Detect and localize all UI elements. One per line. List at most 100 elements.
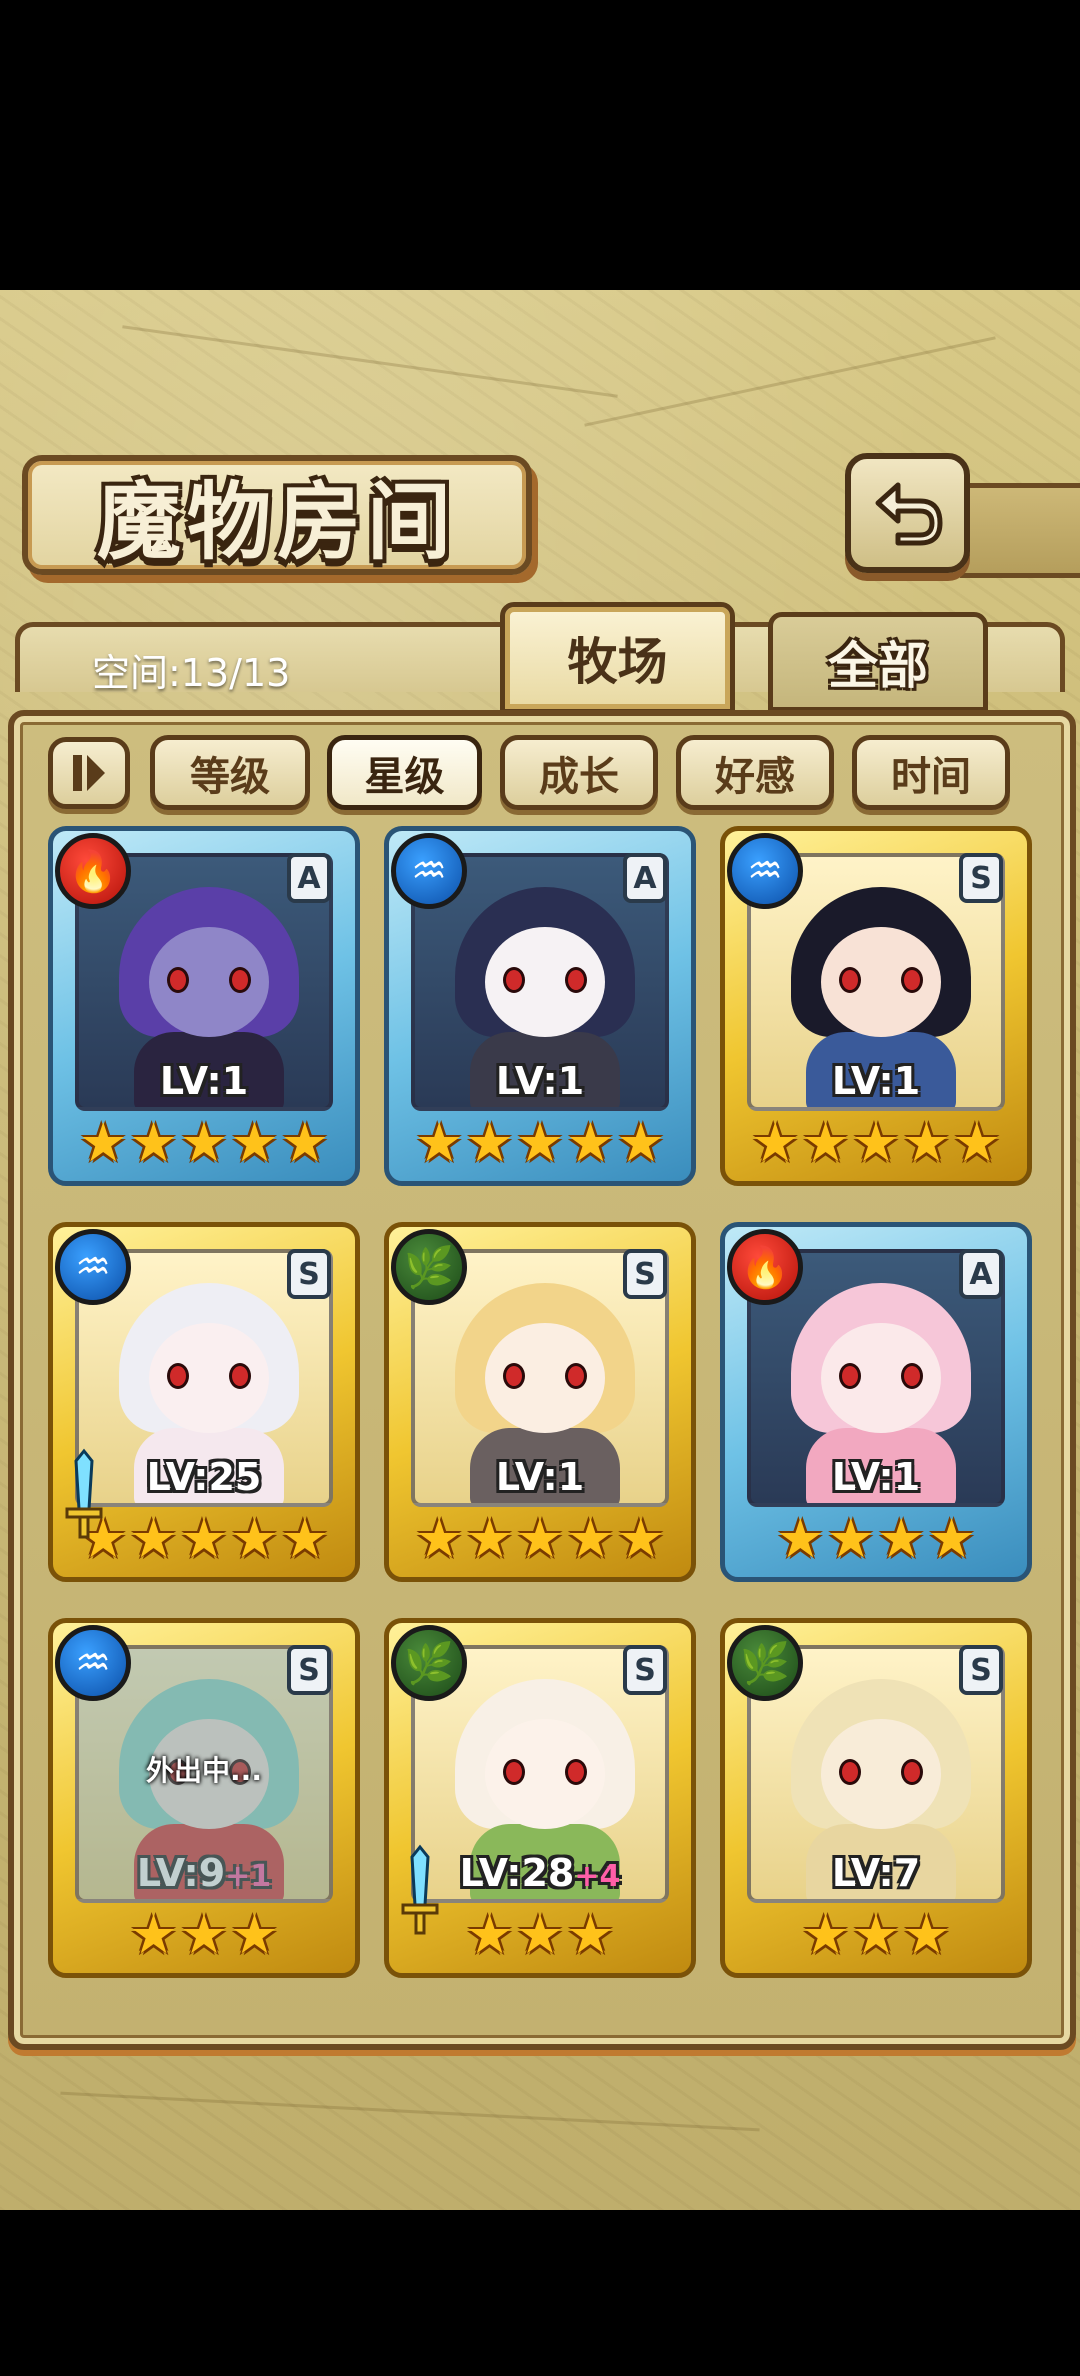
monster-card[interactable]: 🌿 S LV:7 ★ ★ ★ bbox=[720, 1618, 1032, 1978]
rank-badge: A bbox=[623, 853, 667, 903]
fire-element-icon: 🔥 bbox=[55, 833, 131, 909]
star-icon: ★ bbox=[129, 1507, 178, 1570]
star-icon: ★ bbox=[851, 1111, 901, 1174]
monster-level: LV:7 bbox=[725, 1851, 1027, 1895]
tab-all[interactable]: 全部 bbox=[768, 612, 988, 712]
wood-element-icon: 🌿 bbox=[727, 1625, 803, 1701]
wood-element-icon: 🌿 bbox=[391, 1625, 467, 1701]
star-icon: ★ bbox=[902, 1903, 951, 1966]
level-value: LV:1 bbox=[159, 1059, 249, 1103]
star-rating: ★ ★ ★ bbox=[725, 1907, 1027, 1963]
sword-icon bbox=[401, 1844, 439, 1935]
star-icon: ★ bbox=[851, 1903, 901, 1966]
water-element-icon: ♒ bbox=[55, 1625, 131, 1701]
star-icon: ★ bbox=[230, 1507, 279, 1570]
star-icon: ★ bbox=[129, 1111, 178, 1174]
monster-card[interactable]: ♒ A LV:1 ★ ★ ★ ★ ★ bbox=[384, 826, 696, 1186]
sort-by-time-button[interactable]: 时间 bbox=[852, 735, 1010, 810]
sort-by-stars-button[interactable]: 星级 bbox=[327, 735, 482, 810]
star-rating: ★ ★ ★ bbox=[53, 1907, 355, 1963]
star-icon: ★ bbox=[515, 1111, 565, 1174]
monster-card[interactable]: ♒ S LV:25 ★ ★ ★ ★ ★ bbox=[48, 1222, 360, 1582]
star-icon: ★ bbox=[414, 1507, 464, 1570]
star-icon: ★ bbox=[230, 1111, 279, 1174]
star-icon: ★ bbox=[801, 1903, 850, 1966]
map-decoration bbox=[122, 325, 618, 398]
water-element-icon: ♒ bbox=[55, 1229, 131, 1305]
star-rating: ★ ★ ★ ★ ★ bbox=[389, 1115, 691, 1171]
level-bonus: +4 bbox=[574, 1859, 621, 1894]
monster-card[interactable]: 🔥 A LV:1 ★ ★ ★ ★ ★ bbox=[48, 826, 360, 1186]
rank-badge: S bbox=[287, 1249, 331, 1299]
star-icon: ★ bbox=[952, 1111, 1002, 1174]
rank-badge: S bbox=[959, 853, 1003, 903]
star-icon: ★ bbox=[129, 1903, 178, 1966]
return-arrow-icon bbox=[875, 482, 942, 546]
water-element-icon: ♒ bbox=[391, 833, 467, 909]
star-icon: ★ bbox=[179, 1111, 229, 1174]
star-icon: ★ bbox=[515, 1903, 565, 1966]
rank-badge: S bbox=[623, 1249, 667, 1299]
map-decoration bbox=[60, 2091, 760, 2132]
level-value: LV:1 bbox=[831, 1455, 921, 1499]
star-icon: ★ bbox=[616, 1111, 666, 1174]
wood-element-icon: 🌿 bbox=[391, 1229, 467, 1305]
star-icon: ★ bbox=[616, 1507, 666, 1570]
torn-edge-top bbox=[0, 290, 1080, 320]
rank-badge: S bbox=[959, 1645, 1003, 1695]
water-element-icon: ♒ bbox=[727, 833, 803, 909]
star-rating: ★ ★ ★ ★ ★ bbox=[53, 1115, 355, 1171]
star-icon: ★ bbox=[230, 1903, 279, 1966]
star-icon: ★ bbox=[776, 1507, 825, 1570]
sort-by-level-button[interactable]: 等级 bbox=[150, 735, 310, 810]
space-capacity: 空间:13/13 bbox=[92, 651, 291, 695]
torn-edge-bottom bbox=[0, 2180, 1080, 2210]
rank-badge: A bbox=[959, 1249, 1003, 1299]
monster-level: LV:1 bbox=[389, 1455, 691, 1499]
level-value: LV:1 bbox=[495, 1455, 585, 1499]
monster-card[interactable]: ♒ S LV:1 ★ ★ ★ ★ ★ bbox=[720, 826, 1032, 1186]
star-icon: ★ bbox=[280, 1507, 330, 1570]
back-button[interactable] bbox=[845, 453, 970, 573]
star-rating: ★ ★ ★ ★ bbox=[725, 1511, 1027, 1567]
sort-direction-icon bbox=[73, 755, 105, 791]
level-value: LV:25 bbox=[146, 1455, 262, 1499]
star-rating: ★ ★ ★ ★ ★ bbox=[725, 1115, 1027, 1171]
star-icon: ★ bbox=[801, 1111, 850, 1174]
sort-order-toggle[interactable] bbox=[48, 737, 130, 809]
monster-card[interactable]: 外出中... ♒ S LV:9+1 ★ ★ ★ bbox=[48, 1618, 360, 1978]
star-icon: ★ bbox=[78, 1111, 128, 1174]
star-icon: ★ bbox=[566, 1903, 615, 1966]
sort-by-affection-button[interactable]: 好感 bbox=[676, 735, 834, 810]
rank-badge: A bbox=[287, 853, 331, 903]
star-icon: ★ bbox=[179, 1507, 229, 1570]
tab-ranch[interactable]: 牧场 bbox=[500, 602, 735, 714]
rank-badge: S bbox=[623, 1645, 667, 1695]
monster-card[interactable]: 🌿 S LV:1 ★ ★ ★ ★ ★ bbox=[384, 1222, 696, 1582]
sort-by-growth-button[interactable]: 成长 bbox=[500, 735, 658, 810]
star-icon: ★ bbox=[465, 1903, 514, 1966]
level-value: LV:1 bbox=[495, 1059, 585, 1103]
monster-level: LV:1 bbox=[389, 1059, 691, 1103]
star-icon: ★ bbox=[566, 1507, 615, 1570]
fire-element-icon: 🔥 bbox=[727, 1229, 803, 1305]
map-decoration bbox=[584, 336, 996, 427]
star-icon: ★ bbox=[465, 1111, 514, 1174]
monster-card[interactable]: 🔥 A LV:1 ★ ★ ★ ★ bbox=[720, 1222, 1032, 1582]
star-icon: ★ bbox=[566, 1111, 615, 1174]
star-icon: ★ bbox=[179, 1903, 229, 1966]
monster-level: LV:1 bbox=[725, 1059, 1027, 1103]
level-value: LV:1 bbox=[831, 1059, 921, 1103]
star-icon: ★ bbox=[826, 1507, 875, 1570]
page-title: 魔物房间 bbox=[96, 471, 457, 571]
away-status-label: 外出中... bbox=[146, 1754, 262, 1787]
rank-badge: S bbox=[287, 1645, 331, 1695]
star-icon: ★ bbox=[465, 1507, 514, 1570]
level-value: LV:28 bbox=[459, 1851, 575, 1895]
monster-card[interactable]: 🌿 S LV:28+4 ★ ★ ★ bbox=[384, 1618, 696, 1978]
monster-level: LV:1 bbox=[53, 1059, 355, 1103]
level-value: LV:7 bbox=[831, 1851, 921, 1895]
star-icon: ★ bbox=[877, 1507, 926, 1570]
star-icon: ★ bbox=[515, 1507, 565, 1570]
sword-icon bbox=[65, 1448, 103, 1539]
